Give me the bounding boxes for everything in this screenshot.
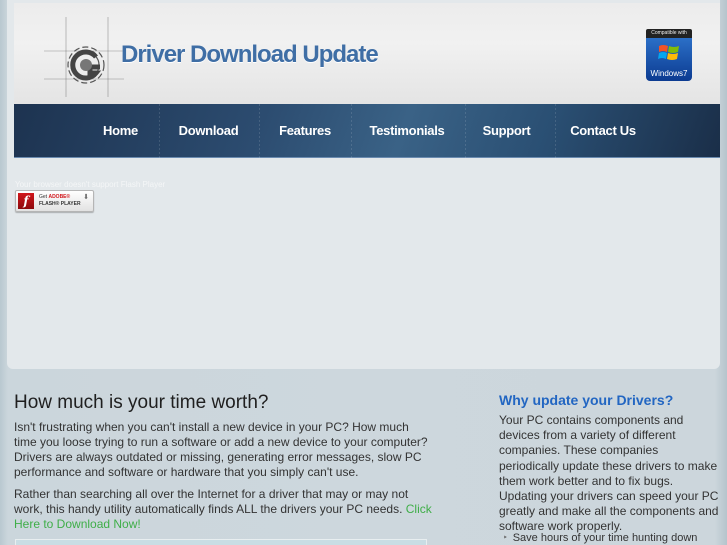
main-paragraph-2-text: Rather than searching all over the Inter… (14, 487, 409, 516)
site-header: Driver Download Update Compatible with W… (14, 3, 720, 104)
flash-logo-icon: f (18, 193, 34, 209)
list-item: Save hours of your time hunting down (503, 532, 723, 544)
content-box (15, 539, 427, 545)
download-arrow-icon: ⬇ (83, 194, 89, 201)
nav-separator (259, 104, 260, 158)
flash-get-text: Get (39, 194, 48, 200)
main-paragraph-2: Rather than searching all over the Inter… (14, 487, 432, 532)
nav-home[interactable]: Home (94, 104, 147, 158)
windows-flag-icon (658, 45, 679, 60)
nav-separator (159, 104, 160, 158)
get-flash-player-button[interactable]: f Get ADOBE® FLASH® PLAYER ⬇ (15, 190, 94, 212)
sidebar-benefits-list: Save hours of your time hunting down (503, 532, 723, 544)
main-paragraph-1: Isn't frustrating when you can't install… (14, 420, 428, 479)
nav-separator (351, 104, 352, 158)
badge-label: Windows7 (650, 69, 688, 78)
logo-text[interactable]: Driver Download Update (121, 41, 379, 69)
flash-adobe-text: ADOBE® (48, 194, 71, 200)
nav-download[interactable]: Download (172, 104, 245, 158)
flash-unsupported-message: Your browser doesn't support Flash Playe… (15, 180, 166, 189)
sidebar-paragraph: Your PC contains components and devices … (499, 413, 719, 534)
main-nav: Home Download Features Testimonials Supp… (14, 104, 720, 158)
sidebar-heading: Why update your Drivers? (499, 392, 674, 408)
windows7-compatible-badge: Compatible with Windows7 (646, 29, 692, 81)
flash-button-line2: FLASH® PLAYER (39, 201, 81, 207)
nav-features[interactable]: Features (272, 104, 338, 158)
nav-testimonials[interactable]: Testimonials (365, 104, 449, 158)
nav-separator (465, 104, 466, 158)
main-heading: How much is your time worth? (14, 392, 269, 413)
badge-top-text: Compatible with (646, 29, 692, 38)
nav-contact-us[interactable]: Contact Us (569, 104, 637, 158)
badge-body: Windows7 (646, 38, 692, 81)
flash-button-line1: Get ADOBE® (39, 194, 70, 200)
nav-support[interactable]: Support (479, 104, 534, 158)
nav-separator (555, 104, 556, 158)
gear-logo-icon (44, 17, 124, 97)
